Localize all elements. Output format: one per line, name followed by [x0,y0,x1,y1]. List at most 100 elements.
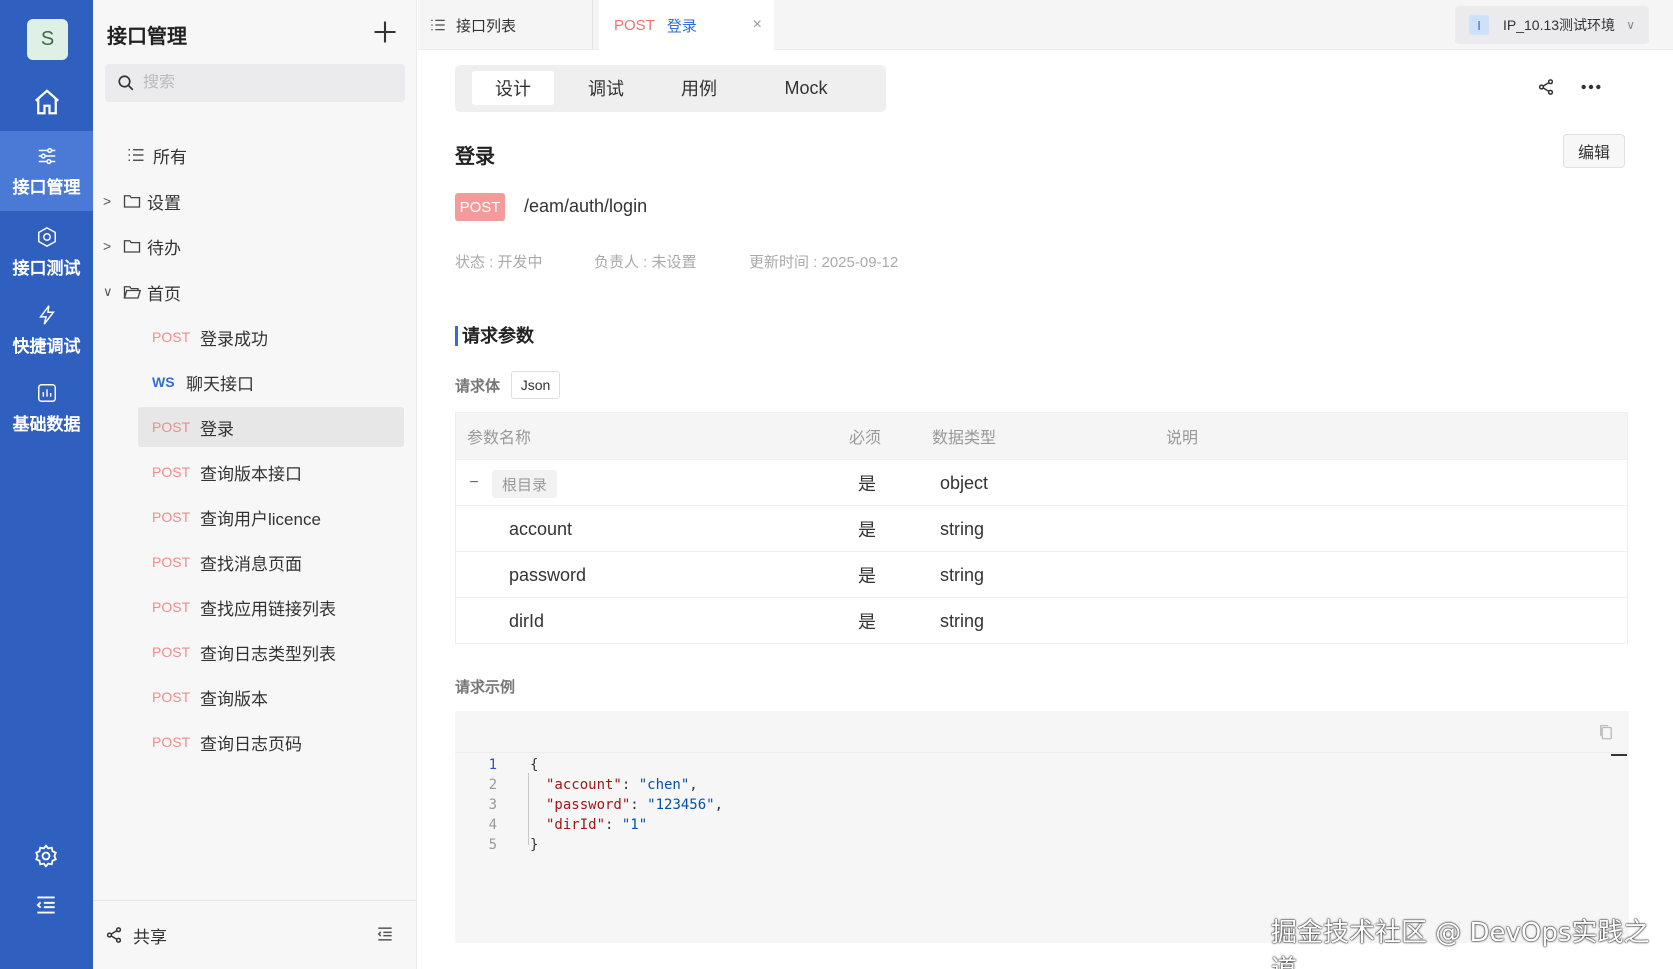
required-cell: 是 [858,520,876,540]
params-table: 参数名称 必须 数据类型 说明 − 根目录 是 object account 是… [455,412,1628,644]
tree-folder[interactable]: > 待办 [93,226,417,266]
edit-button[interactable]: 编辑 [1563,134,1625,168]
table-row: dirId 是 string [456,597,1627,643]
tab-bar: 接口列表 POST 登录 × I IP_10.13测试环境 ∨ [418,0,1673,50]
tree-api-item[interactable]: POST 查询日志类型列表 [138,632,404,672]
tab-api-list[interactable]: 接口列表 [418,0,593,50]
code-toolbar [455,711,1629,753]
code-text: { [530,757,539,773]
api-item-name: 登录成功 [200,329,268,349]
method-label: POST [152,464,191,480]
search-box[interactable] [105,64,405,102]
method-label: POST [152,689,191,705]
tree-folder-label: 待办 [147,238,181,258]
tab-login-active[interactable]: POST 登录 × [599,0,774,50]
api-item-name: 查找消息页面 [200,554,302,574]
rail-item-label: 接口测试 [12,258,81,278]
share-button[interactable]: 共享 [133,923,167,948]
json-value: "123456" [647,797,715,813]
api-path: /eam/auth/login [524,196,648,216]
method-badge: POST [455,193,505,221]
segment-cases[interactable]: 用例 [658,71,740,105]
rail-item-base-data[interactable]: 基础数据 [0,368,93,448]
tree-item-label: 所有 [153,147,187,167]
code-line: 3 "password": "123456", [455,795,723,815]
column-header: 必须 [849,430,882,447]
sliders-icon [38,147,55,164]
settings-icon[interactable] [33,843,59,869]
avatar[interactable]: S [27,19,68,60]
tree-api-item-selected[interactable]: POST 登录 [138,407,404,447]
collapse-toggle-icon[interactable]: − [465,474,483,492]
copy-icon[interactable] [1597,723,1615,741]
json-key: "dirId" [546,817,606,833]
json-value: "chen" [638,777,690,793]
folder-open-icon [123,286,141,299]
column-header: 说明 [1166,430,1199,447]
api-tree-panel: 接口管理 所有 > 设置 > 待办 ∨ 首页 POST 登录成功 WS 聊天接口… [93,0,417,969]
tree-api-item[interactable]: POST 查找消息页面 [138,542,404,582]
menu-collapse-icon[interactable] [33,892,59,918]
body-type-tag[interactable]: Json [511,371,560,399]
method-label: POST [152,734,191,750]
tree-api-item[interactable]: POST 查询版本 [138,677,404,717]
list-icon [431,19,445,31]
search-input[interactable] [143,74,383,92]
add-icon[interactable] [371,18,399,46]
type-cell: string [940,564,985,585]
tree-api-item[interactable]: POST 查询版本接口 [138,452,404,492]
required-cell: 是 [858,566,876,586]
share-icon[interactable] [105,926,123,944]
tree-item-all[interactable]: 所有 [93,135,417,175]
tab-method: POST [614,16,655,34]
tree-api-item[interactable]: POST 查询日志页码 [138,722,404,762]
method-label: POST [152,599,191,615]
segment-debug[interactable]: 调试 [565,71,647,105]
code-line: 5 } [455,835,539,855]
chevron-down-icon: ∨ [1626,18,1635,32]
request-body-label: 请求体 [455,378,501,395]
view-segments: 设计 调试 用例 Mock [455,65,886,112]
segment-design[interactable]: 设计 [472,71,554,105]
code-editor[interactable]: 1 { 2 "account": "chen", 3 "password": "… [455,711,1629,943]
tree-folder[interactable]: ∨ 首页 [93,272,417,312]
required-cell: 是 [858,474,876,494]
chevron-right-icon[interactable]: > [103,238,119,254]
share-icon[interactable] [1537,77,1555,97]
watermark: 掘金技术社区 @ DevOps实践之道 [1271,918,1650,969]
api-item-name: 查询版本 [200,689,268,709]
rail-item-api-test[interactable]: 接口测试 [0,212,93,292]
required-cell: 是 [858,612,876,632]
close-icon[interactable]: × [753,16,762,34]
segment-mock[interactable]: Mock [751,71,861,105]
chevron-down-icon[interactable]: ∨ [103,284,119,300]
tree-footer: 共享 [93,900,417,969]
home-icon[interactable] [32,87,62,117]
rail-item-label: 快捷调试 [12,336,81,356]
api-title: 登录 [455,146,495,168]
tab-label: 登录 [666,17,697,35]
tree-api-item[interactable]: POST 查询用户licence [138,497,404,537]
line-number: 2 [488,777,497,793]
method-label: POST [152,509,191,525]
rail-item-quick-debug[interactable]: 快捷调试 [0,290,93,370]
api-item-name: 查询用户licence [200,509,321,529]
env-name: IP_10.13测试环境 [1503,17,1616,33]
table-row: password 是 string [456,551,1627,597]
param-name-cell: account [509,518,573,539]
tree-api-item[interactable]: POST 查找应用链接列表 [138,587,404,627]
environment-select[interactable]: I IP_10.13测试环境 ∨ [1455,6,1649,44]
collapse-panel-icon[interactable] [375,924,395,944]
line-number: 5 [488,837,497,853]
more-icon[interactable] [1580,77,1602,97]
tree-api-item[interactable]: WS 聊天接口 [138,362,404,402]
tree-api-item[interactable]: POST 登录成功 [138,317,404,357]
chevron-right-icon[interactable]: > [103,193,119,209]
tree-folder[interactable]: > 设置 [93,181,417,221]
column-header: 数据类型 [932,430,997,447]
code-line: 4 "dirId": "1" [455,815,648,835]
hexagon-icon [37,226,56,247]
rail-item-api-management[interactable]: 接口管理 [0,131,93,211]
param-name-cell: password [509,564,587,585]
type-cell: string [940,610,985,631]
